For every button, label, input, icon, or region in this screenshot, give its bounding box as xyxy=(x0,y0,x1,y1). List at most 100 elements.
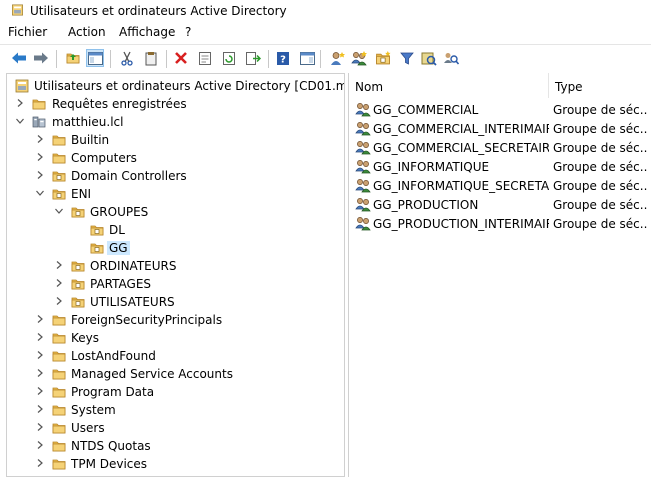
chevron-right-icon[interactable] xyxy=(54,296,64,306)
copy-icon[interactable] xyxy=(142,49,160,67)
action-pane-icon[interactable] xyxy=(298,49,316,67)
security-group-icon xyxy=(355,140,371,155)
console-tree[interactable]: Utilisateurs et ordinateurs Active Direc… xyxy=(6,73,345,477)
tree-label: matthieu.lcl xyxy=(52,115,124,129)
new-user-icon[interactable] xyxy=(328,49,346,67)
tree-label: GROUPES xyxy=(90,205,149,219)
list-row[interactable]: GG_PRODUCTION Groupe de séc... xyxy=(349,195,651,214)
column-header-name[interactable]: Nom xyxy=(349,73,549,98)
folder-icon xyxy=(52,403,66,417)
menu-action[interactable]: Action xyxy=(68,25,106,39)
tree-label: GG xyxy=(107,241,130,255)
column-header-label: Type xyxy=(555,80,583,94)
tree-label: TPM Devices xyxy=(71,457,148,471)
help-icon[interactable]: ? xyxy=(274,49,292,67)
chevron-down-icon[interactable] xyxy=(15,116,25,126)
ou-icon xyxy=(90,223,104,237)
toolbar: ? xyxy=(0,44,651,72)
list-row[interactable]: GG_PRODUCTION_INTERIMAIRE Groupe de séc.… xyxy=(349,214,651,233)
chevron-down-icon[interactable] xyxy=(54,206,64,216)
snapin-icon xyxy=(15,79,29,93)
row-name: GG_PRODUCTION_INTERIMAIRE xyxy=(373,217,549,231)
domain-icon xyxy=(32,115,46,129)
ou-icon xyxy=(90,241,104,255)
tree-label: Users xyxy=(71,421,105,435)
find-icon[interactable] xyxy=(442,49,460,67)
row-type: Groupe de séc... xyxy=(553,198,647,212)
back-arrow-icon[interactable] xyxy=(10,49,28,67)
tree-label: Requêtes enregistrées xyxy=(52,97,187,111)
tree-label: Managed Service Accounts xyxy=(71,367,233,381)
tree-label: NTDS Quotas xyxy=(71,439,151,453)
chevron-right-icon[interactable] xyxy=(35,350,45,360)
chevron-right-icon[interactable] xyxy=(35,404,45,414)
refresh-icon[interactable] xyxy=(220,49,238,67)
tree-label: Domain Controllers xyxy=(71,169,187,183)
folder-icon xyxy=(52,385,66,399)
tree-label: Builtin xyxy=(71,133,110,147)
chevron-right-icon[interactable] xyxy=(15,98,25,108)
results-list[interactable]: Nom Type GG_COMMERCIAL Groupe de séc... … xyxy=(348,73,651,477)
row-type: Groupe de séc... xyxy=(553,141,647,155)
tree-label: System xyxy=(71,403,116,417)
chevron-right-icon[interactable] xyxy=(35,314,45,324)
column-header-label: Nom xyxy=(355,80,384,94)
delete-icon[interactable] xyxy=(172,49,190,67)
tree-label: PARTAGES xyxy=(90,277,152,291)
chevron-right-icon[interactable] xyxy=(54,260,64,270)
chevron-right-icon[interactable] xyxy=(54,278,64,288)
row-type: Groupe de séc... xyxy=(553,103,647,117)
folder-icon xyxy=(52,421,66,435)
new-group-icon[interactable] xyxy=(350,49,368,67)
cut-icon[interactable] xyxy=(118,49,136,67)
row-name: GG_INFORMATIQUE_SECRETAI... xyxy=(373,179,549,193)
tree-label: ORDINATEURS xyxy=(90,259,177,273)
ou-icon xyxy=(71,259,85,273)
list-row[interactable]: GG_COMMERCIAL Groupe de séc... xyxy=(349,100,651,119)
ou-icon xyxy=(71,295,85,309)
folder-icon xyxy=(52,457,66,471)
chevron-right-icon[interactable] xyxy=(35,440,45,450)
new-ou-icon[interactable] xyxy=(374,49,392,67)
tree-label: LostAndFound xyxy=(71,349,156,363)
export-list-icon[interactable] xyxy=(244,49,262,67)
menu-affichage[interactable]: Affichage xyxy=(119,25,175,39)
list-row[interactable]: GG_COMMERCIAL_INTERIMAIRE Groupe de séc.… xyxy=(349,119,651,138)
chevron-right-icon[interactable] xyxy=(35,332,45,342)
forward-arrow-icon[interactable] xyxy=(32,49,50,67)
tree-label: DL xyxy=(109,223,125,237)
menu-help[interactable]: ? xyxy=(185,25,191,39)
list-row[interactable]: GG_INFORMATIQUE Groupe de séc... xyxy=(349,157,651,176)
chevron-right-icon[interactable] xyxy=(35,422,45,432)
chevron-right-icon[interactable] xyxy=(35,386,45,396)
security-group-icon xyxy=(355,102,371,117)
list-row[interactable]: GG_COMMERCIAL_SECRETAIRE Groupe de séc..… xyxy=(349,138,651,157)
properties-icon[interactable] xyxy=(196,49,214,67)
folder-icon xyxy=(52,331,66,345)
ou-icon xyxy=(52,187,66,201)
menu-fichier[interactable]: Fichier xyxy=(8,25,47,39)
folder-icon xyxy=(52,151,66,165)
folder-icon xyxy=(52,367,66,381)
security-group-icon xyxy=(355,197,371,212)
row-name: GG_COMMERCIAL_INTERIMAIRE xyxy=(373,122,549,136)
row-type: Groupe de séc... xyxy=(553,160,647,174)
chevron-right-icon[interactable] xyxy=(35,152,45,162)
add-to-group-icon[interactable] xyxy=(420,49,438,67)
column-header-type[interactable]: Type xyxy=(549,73,651,98)
row-name: GG_PRODUCTION xyxy=(373,198,479,212)
folder-icon xyxy=(52,439,66,453)
chevron-right-icon[interactable] xyxy=(35,368,45,378)
chevron-right-icon[interactable] xyxy=(35,170,45,180)
show-console-tree-icon[interactable] xyxy=(86,49,104,67)
filter-icon[interactable] xyxy=(398,49,416,67)
chevron-down-icon[interactable] xyxy=(35,188,45,198)
up-folder-icon[interactable] xyxy=(64,49,82,67)
security-group-icon xyxy=(355,121,371,136)
chevron-right-icon[interactable] xyxy=(35,134,45,144)
tree-label: UTILISATEURS xyxy=(90,295,175,309)
chevron-right-icon[interactable] xyxy=(35,458,45,468)
tree-label: ForeignSecurityPrincipals xyxy=(71,313,223,327)
list-row[interactable]: GG_INFORMATIQUE_SECRETAI... Groupe de sé… xyxy=(349,176,651,195)
title-bar: Utilisateurs et ordinateurs Active Direc… xyxy=(0,0,651,22)
